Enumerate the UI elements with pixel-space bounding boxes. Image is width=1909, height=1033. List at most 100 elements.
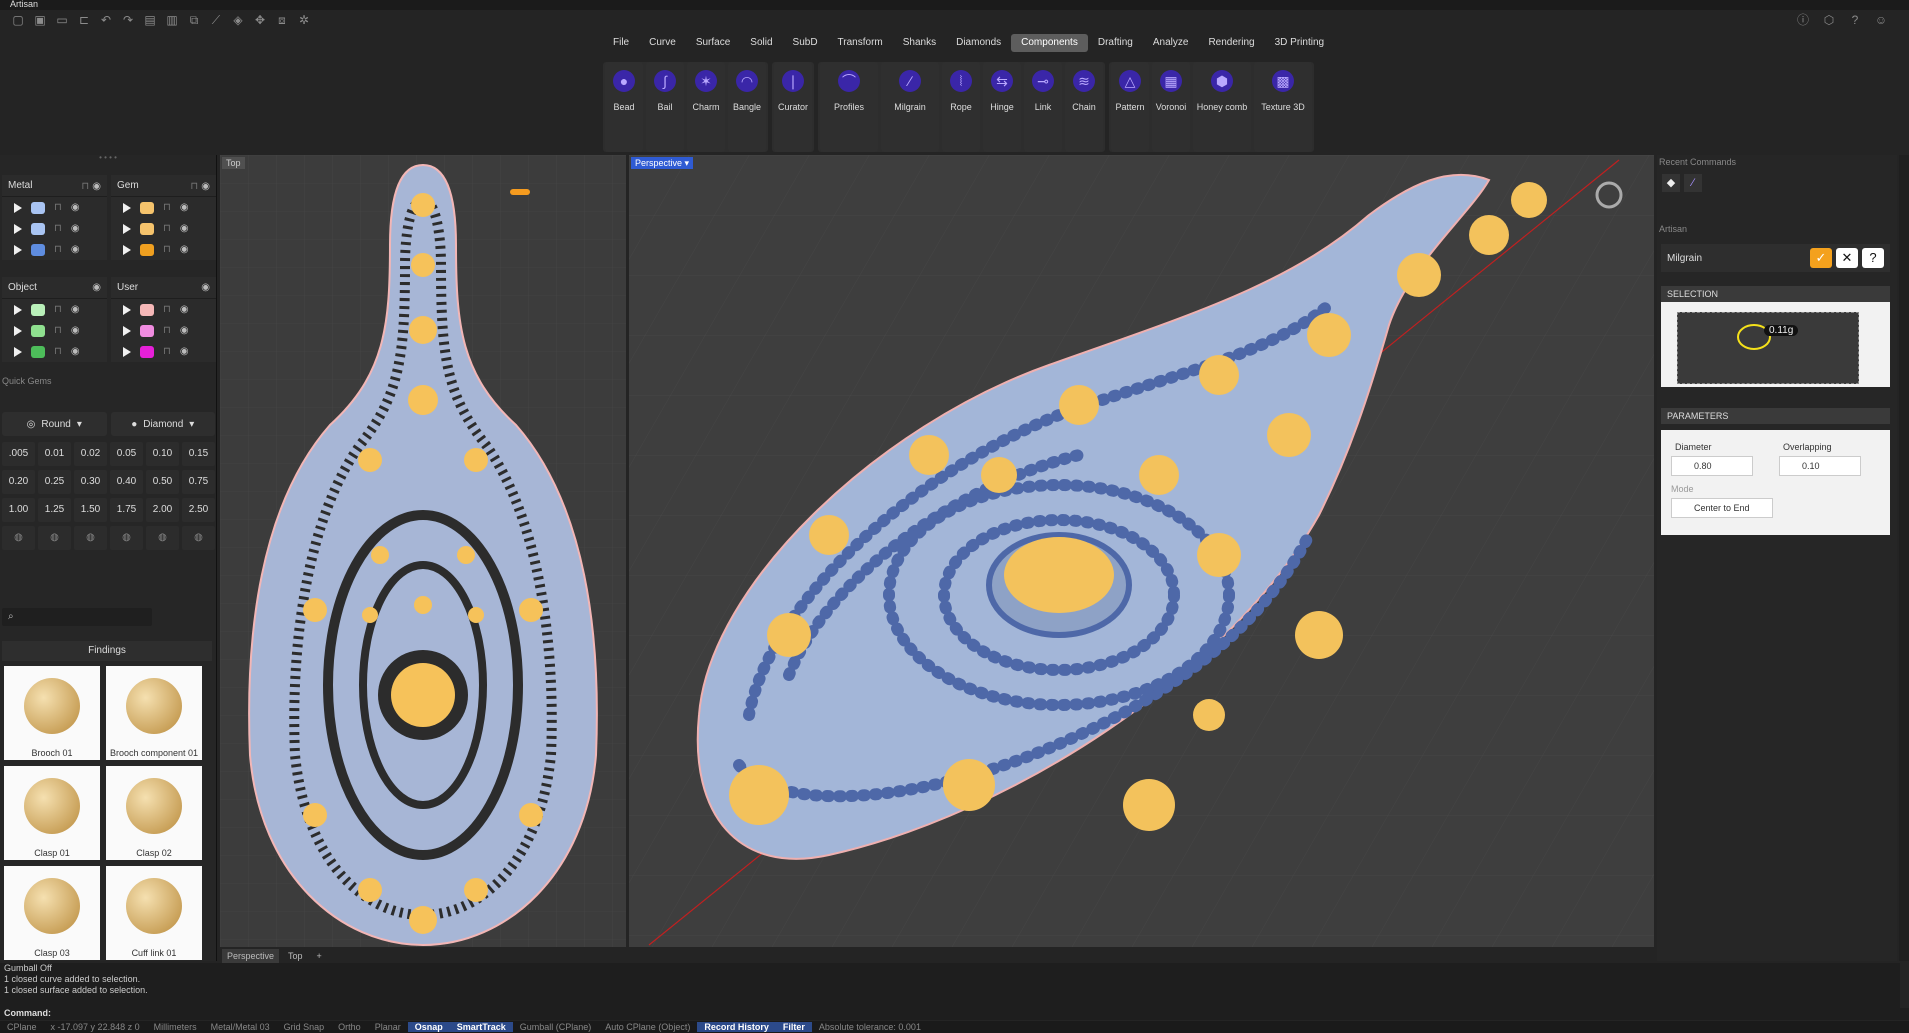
eye-icon[interactable]: ◉ xyxy=(71,346,80,357)
layer-color-swatch[interactable] xyxy=(31,303,45,316)
gem-cut-oval-icon[interactable]: ◍ xyxy=(38,526,71,550)
gem-cut-marquise-icon[interactable]: ◍ xyxy=(146,526,179,550)
cancel-button[interactable]: ✕ xyxy=(1836,248,1858,268)
gem-size-button[interactable]: 0.25 xyxy=(38,470,71,494)
layer-row[interactable]: ⊓ ◉ xyxy=(2,239,107,260)
overlapping-field[interactable]: 0.10 xyxy=(1779,456,1861,476)
info-icon[interactable]: ⓘ xyxy=(1795,12,1811,28)
viewport-tab[interactable]: Top xyxy=(283,949,308,963)
expand-icon[interactable] xyxy=(14,325,22,336)
redo-icon[interactable]: ↷ xyxy=(120,12,136,28)
profiles-button[interactable]: ⌒ Profiles xyxy=(820,62,878,152)
lock-icon[interactable]: ⊓ xyxy=(163,202,171,213)
status-toggle-osnap[interactable]: Osnap xyxy=(407,1022,450,1032)
eye-icon[interactable]: ◉ xyxy=(180,304,189,315)
gem-size-button[interactable]: 0.15 xyxy=(182,442,215,466)
copy-icon[interactable]: ⧈ xyxy=(274,12,290,28)
menu-curve[interactable]: Curve xyxy=(639,34,686,52)
lock-icon[interactable]: ⊓ xyxy=(54,325,62,336)
expand-icon[interactable] xyxy=(14,244,22,255)
status-toggle-auto-cplane-object-[interactable]: Auto CPlane (Object) xyxy=(598,1022,697,1032)
gem-size-button[interactable]: 0.30 xyxy=(74,470,107,494)
parameters-section-header[interactable]: PARAMETERS xyxy=(1661,408,1890,424)
expand-icon[interactable] xyxy=(123,244,131,255)
gem-size-button[interactable]: 2.50 xyxy=(182,498,215,522)
gem-size-button[interactable]: 0.75 xyxy=(182,470,215,494)
viewport-tab[interactable]: Perspective xyxy=(222,949,280,963)
layer-color-swatch[interactable] xyxy=(31,243,45,256)
status-toggle-planar[interactable]: Planar xyxy=(368,1022,408,1032)
expand-icon[interactable] xyxy=(14,223,22,234)
undo-icon[interactable]: ↶ xyxy=(98,12,114,28)
layer-row[interactable]: ⊓ ◉ xyxy=(111,299,216,320)
library-category-select[interactable]: Findings xyxy=(2,641,212,661)
layer-color-swatch[interactable] xyxy=(31,324,45,337)
expand-icon[interactable] xyxy=(123,223,131,234)
expand-icon[interactable] xyxy=(123,325,131,336)
open-folder-icon[interactable]: ▭ xyxy=(54,12,70,28)
status-toggle-filter[interactable]: Filter xyxy=(775,1022,812,1032)
help-button[interactable]: ? xyxy=(1862,248,1884,268)
lock-icon[interactable]: ⊓ xyxy=(163,325,171,336)
lock-icon[interactable]: ⊓ xyxy=(163,304,171,315)
shapes-icon[interactable]: ◈ xyxy=(230,12,246,28)
status-toggle-record-history[interactable]: Record History xyxy=(697,1022,776,1032)
pattern-button[interactable]: △ Pattern xyxy=(1111,62,1149,152)
layer-color-swatch[interactable] xyxy=(31,222,45,235)
layer-color-swatch[interactable] xyxy=(140,324,154,337)
current-layer[interactable]: Metal/Metal 03 xyxy=(204,1022,277,1032)
layer-color-swatch[interactable] xyxy=(140,201,154,214)
selection-canvas[interactable]: 0.11g xyxy=(1677,312,1859,384)
eye-icon[interactable]: ◉ xyxy=(180,223,189,234)
gem-size-button[interactable]: 1.00 xyxy=(2,498,35,522)
lock-icon[interactable]: ⊓ xyxy=(54,244,62,255)
gem-material-select[interactable]: ● Diamond ▾ xyxy=(110,412,215,436)
status-toggle-smarttrack[interactable]: SmartTrack xyxy=(449,1022,513,1032)
import-icon[interactable]: ⊏ xyxy=(76,12,92,28)
eye-icon[interactable]: ◉ xyxy=(180,325,189,336)
recent-diamond-icon[interactable]: ◆ xyxy=(1662,174,1680,192)
gem-size-button[interactable]: 0.05 xyxy=(110,442,143,466)
gem-size-button[interactable]: .005 xyxy=(2,442,35,466)
expand-icon[interactable] xyxy=(14,202,22,213)
layer-row[interactable]: ⊓ ◉ xyxy=(2,341,107,362)
menu-diamonds[interactable]: Diamonds xyxy=(946,34,1011,52)
gem-size-button[interactable]: 1.75 xyxy=(110,498,143,522)
move-icon[interactable]: ✥ xyxy=(252,12,268,28)
cplane-label[interactable]: CPlane xyxy=(0,1022,44,1032)
recent-milgrain-icon[interactable]: ∕ xyxy=(1684,174,1702,192)
layer-row[interactable]: ⊓ ◉ xyxy=(2,218,107,239)
lock-icon[interactable]: ⊓ xyxy=(54,346,62,357)
status-toggle-grid-snap[interactable]: Grid Snap xyxy=(277,1022,332,1032)
library-item[interactable]: Brooch component 01 xyxy=(106,666,202,760)
bangle-button[interactable]: ◠ Bangle xyxy=(728,62,766,152)
menu-drafting[interactable]: Drafting xyxy=(1088,34,1143,52)
menu-analyze[interactable]: Analyze xyxy=(1143,34,1199,52)
eye-icon[interactable]: ◉ xyxy=(71,223,80,234)
command-line[interactable]: Command: xyxy=(0,1008,1909,1020)
link-button[interactable]: ⊸ Link xyxy=(1024,62,1062,152)
expand-icon[interactable] xyxy=(123,202,131,213)
lock-icon[interactable]: ⊓ xyxy=(163,346,171,357)
layer-row[interactable]: ⊓ ◉ xyxy=(2,320,107,341)
gem-size-button[interactable]: 1.50 xyxy=(74,498,107,522)
lock-icon[interactable]: ⊓ xyxy=(54,202,62,213)
library-search-input[interactable]: ⌕ xyxy=(2,608,152,626)
mode-select[interactable]: Center to End xyxy=(1671,498,1773,518)
library-item[interactable]: Brooch 01 xyxy=(4,666,100,760)
eye-icon[interactable]: ◉ xyxy=(92,282,101,293)
save-icon[interactable]: ▤ xyxy=(142,12,158,28)
lock-icon[interactable]: ⊓ xyxy=(163,244,171,255)
gem-cut-cushion-icon[interactable]: ◍ xyxy=(74,526,107,550)
gem-size-button[interactable]: 0.50 xyxy=(146,470,179,494)
gem-size-button[interactable]: 2.00 xyxy=(146,498,179,522)
gem-size-button[interactable]: 0.40 xyxy=(110,470,143,494)
lock-icon[interactable]: ⊓ xyxy=(190,181,198,192)
viewport-label[interactable]: Top xyxy=(222,157,245,169)
menu-surface[interactable]: Surface xyxy=(686,34,740,52)
menu-solid[interactable]: Solid xyxy=(740,34,782,52)
new-icon[interactable]: ▣ xyxy=(32,12,48,28)
layer-row[interactable]: ⊓ ◉ xyxy=(111,320,216,341)
menu-rendering[interactable]: Rendering xyxy=(1198,34,1264,52)
eye-icon[interactable]: ◉ xyxy=(71,244,80,255)
